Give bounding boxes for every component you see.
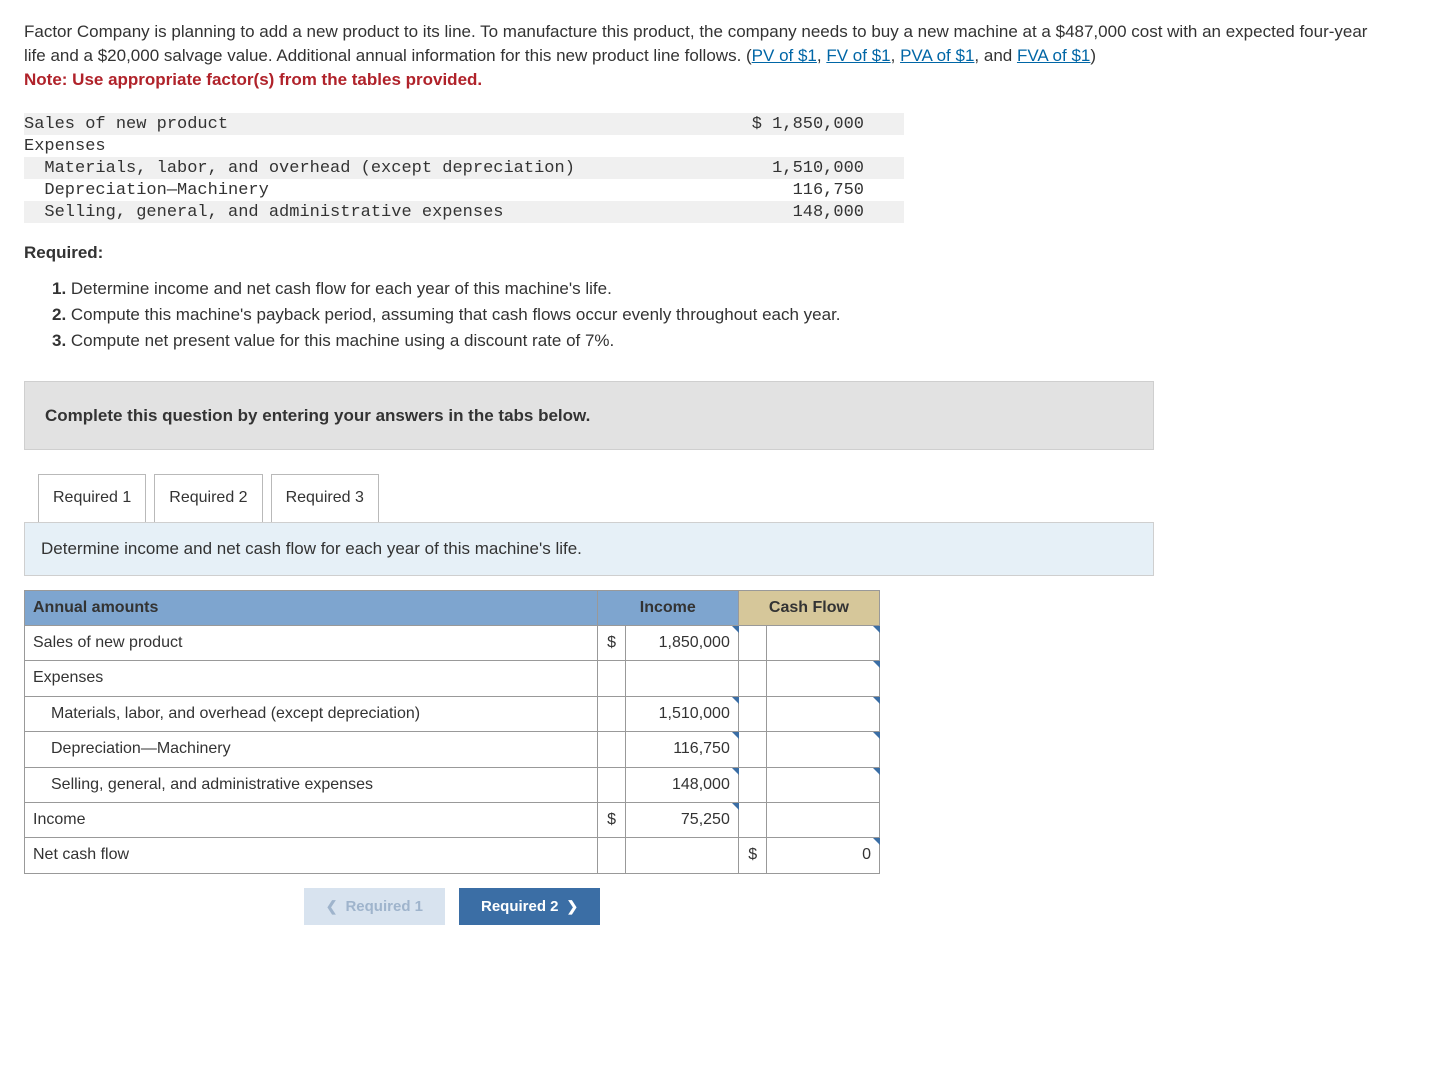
income-currency [597, 838, 626, 873]
income-currency [597, 661, 626, 696]
data-label: Materials, labor, and overhead (except d… [24, 157, 644, 181]
cashflow-currency [738, 802, 767, 837]
cashflow-value-cell[interactable] [767, 696, 880, 731]
instruction-box: Complete this question by entering your … [24, 381, 1154, 451]
link-fv[interactable]: FV of $1 [826, 46, 890, 65]
tabs-row: Required 1Required 2Required 3 [38, 474, 1416, 521]
income-currency [597, 696, 626, 731]
cashflow-currency [738, 696, 767, 731]
required-item: 3. Compute net present value for this ma… [52, 329, 1416, 353]
cashflow-currency [738, 732, 767, 767]
cashflow-value-cell[interactable]: 0 [767, 838, 880, 873]
table-row: Sales of new product$1,850,000 [25, 625, 880, 660]
required-heading: Required: [24, 241, 1416, 265]
table-row: Depreciation—Machinery 116,750 [25, 732, 880, 767]
note-text: Note: Use appropriate factor(s) from the… [24, 68, 1374, 92]
income-currency [597, 767, 626, 802]
data-row: Materials, labor, and overhead (except d… [24, 157, 904, 179]
col-header-annual: Annual amounts [25, 590, 598, 625]
income-value-cell[interactable]: 1,510,000 [626, 696, 739, 731]
financial-data-block: Sales of new product$ 1,850,000Expenses … [24, 113, 904, 223]
table-row: Income$75,250 [25, 802, 880, 837]
link-pv[interactable]: PV of $1 [752, 46, 817, 65]
table-row: Expenses [25, 661, 880, 696]
data-label: Selling, general, and administrative exp… [24, 201, 644, 225]
cashflow-currency [738, 767, 767, 802]
data-row: Expenses [24, 135, 904, 157]
cashflow-value-cell[interactable] [767, 732, 880, 767]
row-label: Income [25, 802, 598, 837]
row-label: Depreciation—Machinery [25, 732, 598, 767]
income-value-cell[interactable]: 116,750 [626, 732, 739, 767]
intro-text: Factor Company is planning to add a new … [24, 22, 1367, 65]
cashflow-currency [738, 625, 767, 660]
cashflow-value-cell[interactable] [767, 661, 880, 696]
chevron-left-icon: ❮ [326, 898, 338, 915]
link-fva[interactable]: FVA of $1 [1017, 46, 1090, 65]
income-currency [597, 732, 626, 767]
cashflow-value-cell[interactable] [767, 625, 880, 660]
cashflow-currency: $ [738, 838, 767, 873]
data-row: Depreciation—Machinery116,750 [24, 179, 904, 201]
income-value-cell [626, 838, 739, 873]
tab-instruction: Determine income and net cash flow for e… [24, 522, 1154, 576]
data-label: Depreciation—Machinery [24, 179, 644, 203]
row-label: Sales of new product [25, 625, 598, 660]
cashflow-value-cell [767, 802, 880, 837]
data-value: 1,510,000 [644, 157, 884, 181]
required-item: 2. Compute this machine's payback period… [52, 303, 1416, 327]
required-item: 1. Determine income and net cash flow fo… [52, 277, 1416, 301]
row-label: Net cash flow [25, 838, 598, 873]
income-currency: $ [597, 802, 626, 837]
row-label: Selling, general, and administrative exp… [25, 767, 598, 802]
nav-row: ❮ Required 1 Required 2 ❯ [24, 888, 880, 925]
income-value-cell[interactable]: 75,250 [626, 802, 739, 837]
income-value-cell[interactable]: 148,000 [626, 767, 739, 802]
chevron-right-icon: ❯ [567, 898, 579, 915]
table-row: Materials, labor, and overhead (except d… [25, 696, 880, 731]
table-row: Selling, general, and administrative exp… [25, 767, 880, 802]
data-row: Sales of new product$ 1,850,000 [24, 113, 904, 135]
next-button[interactable]: Required 2 ❯ [459, 888, 600, 925]
problem-intro: Factor Company is planning to add a new … [24, 20, 1374, 91]
prev-button[interactable]: ❮ Required 1 [304, 888, 445, 925]
answer-table: Annual amounts Income Cash Flow Sales of… [24, 590, 880, 874]
required-list: 1. Determine income and net cash flow fo… [52, 277, 1416, 352]
tab-required-2[interactable]: Required 2 [154, 474, 262, 521]
tab-required-3[interactable]: Required 3 [271, 474, 379, 521]
data-row: Selling, general, and administrative exp… [24, 201, 904, 223]
row-label: Materials, labor, and overhead (except d… [25, 696, 598, 731]
cashflow-currency [738, 661, 767, 696]
prev-label: Required 1 [345, 898, 423, 915]
col-header-cashflow: Cash Flow [738, 590, 879, 625]
income-currency: $ [597, 625, 626, 660]
income-value-cell[interactable]: 1,850,000 [626, 625, 739, 660]
table-row: Net cash flow $0 [25, 838, 880, 873]
next-label: Required 2 [481, 898, 559, 915]
data-label: Expenses [24, 135, 644, 159]
link-pva[interactable]: PVA of $1 [900, 46, 974, 65]
cashflow-value-cell[interactable] [767, 767, 880, 802]
income-value-cell [626, 661, 739, 696]
data-value: 116,750 [644, 179, 884, 203]
col-header-income: Income [597, 590, 738, 625]
data-value: 148,000 [644, 201, 884, 225]
tab-required-1[interactable]: Required 1 [38, 474, 146, 521]
data-label: Sales of new product [24, 113, 644, 137]
row-label: Expenses [25, 661, 598, 696]
data-value: $ 1,850,000 [644, 113, 884, 137]
